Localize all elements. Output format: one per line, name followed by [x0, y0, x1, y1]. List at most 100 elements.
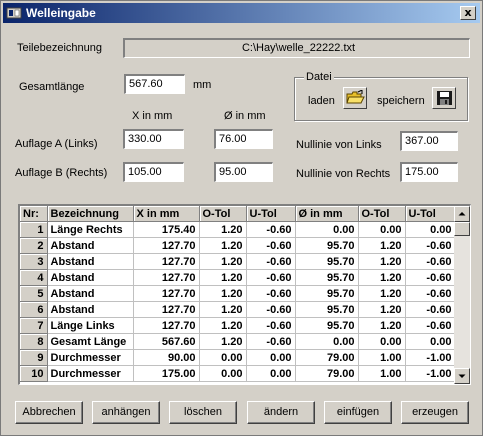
grid-cell[interactable]: 90.00: [133, 349, 200, 366]
table-row[interactable]: 3 Abstand 127.70 1.20 -0.60 95.70 1.20 -0.60: [20, 253, 456, 270]
grid-cell[interactable]: 0.00: [246, 349, 296, 366]
grid-cell[interactable]: 1.20: [358, 301, 406, 318]
scroll-down-button[interactable]: [454, 368, 470, 384]
grid-cell[interactable]: Durchmesser: [47, 349, 134, 366]
grid-cell[interactable]: -0.60: [405, 317, 456, 334]
grid-vertical-scrollbar[interactable]: [454, 206, 470, 384]
grid-cell[interactable]: 0.00: [358, 333, 406, 350]
grid-cell[interactable]: 1.20: [199, 333, 247, 350]
grid-column-header[interactable]: U-Tol: [246, 206, 296, 222]
grid-cell[interactable]: 1.20: [358, 285, 406, 302]
generate-button[interactable]: erzeugen: [401, 401, 469, 424]
grid-cell[interactable]: 567.60: [133, 333, 200, 350]
grid-cell[interactable]: Abstand: [47, 285, 134, 302]
scroll-thumb[interactable]: [454, 222, 470, 236]
grid-column-header[interactable]: Ø in mm: [295, 206, 359, 222]
grid-cell[interactable]: 1.20: [199, 301, 247, 318]
table-row[interactable]: 2 Abstand 127.70 1.20 -0.60 95.70 1.20 -0.60: [20, 237, 456, 254]
cancel-button[interactable]: Abbrechen: [15, 401, 83, 424]
support-b-x-input[interactable]: 105.00: [123, 162, 184, 182]
grid-cell[interactable]: 1.00: [358, 365, 406, 382]
append-button[interactable]: anhängen: [92, 401, 160, 424]
grid-cell[interactable]: 0.00: [199, 349, 247, 366]
table-row[interactable]: 6 Abstand 127.70 1.20 -0.60 95.70 1.20 -0.60: [20, 301, 456, 318]
grid-cell[interactable]: 95.70: [295, 269, 359, 286]
grid-cell[interactable]: 95.70: [295, 237, 359, 254]
grid-cell[interactable]: -1.00: [405, 349, 456, 366]
zero-line-right-input[interactable]: 175.00: [400, 162, 458, 182]
grid-cell[interactable]: 127.70: [133, 237, 200, 254]
grid-cell[interactable]: 1.20: [199, 237, 247, 254]
grid-column-header[interactable]: X in mm: [133, 206, 200, 222]
shaft-data-grid[interactable]: Nr: Bezeichnung X in mm O-Tol U-Tol Ø in mm O-…: [18, 204, 471, 385]
grid-cell[interactable]: 79.00: [295, 365, 359, 382]
grid-cell[interactable]: -0.60: [405, 253, 456, 270]
grid-column-header[interactable]: O-Tol: [199, 206, 247, 222]
grid-cell[interactable]: 95.70: [295, 253, 359, 270]
grid-cell[interactable]: 1.20: [358, 269, 406, 286]
grid-cell[interactable]: -0.60: [246, 301, 296, 318]
grid-cell[interactable]: Durchmesser: [47, 365, 134, 382]
grid-cell[interactable]: 0.00: [405, 333, 456, 350]
grid-cell[interactable]: Abstand: [47, 269, 134, 286]
grid-cell[interactable]: 95.70: [295, 301, 359, 318]
grid-cell[interactable]: -0.60: [405, 269, 456, 286]
grid-cell[interactable]: -0.60: [246, 269, 296, 286]
grid-cell[interactable]: 127.70: [133, 269, 200, 286]
grid-cell[interactable]: -0.60: [405, 301, 456, 318]
grid-cell[interactable]: 127.70: [133, 253, 200, 270]
table-row[interactable]: 10 Durchmesser 175.00 0.00 0.00 79.00 1.00 -1.0…: [20, 365, 456, 382]
delete-button[interactable]: löschen: [169, 401, 237, 424]
table-row[interactable]: 7 Länge Links 127.70 1.20 -0.60 95.70 1.20 -0.6…: [20, 317, 456, 334]
grid-cell[interactable]: Abstand: [47, 237, 134, 254]
grid-cell[interactable]: -0.60: [246, 317, 296, 334]
grid-cell[interactable]: 1.20: [199, 285, 247, 302]
grid-cell[interactable]: 1.20: [199, 221, 247, 238]
grid-cell[interactable]: 0.00: [246, 365, 296, 382]
grid-cell[interactable]: 1.00: [358, 349, 406, 366]
grid-cell[interactable]: 175.00: [133, 365, 200, 382]
grid-cell[interactable]: 0.00: [199, 365, 247, 382]
scroll-up-button[interactable]: [454, 206, 470, 222]
grid-column-header[interactable]: Bezeichnung: [47, 206, 134, 222]
table-row[interactable]: 1 Länge Rechts 175.40 1.20 -0.60 0.00 0.00 0.00: [20, 221, 456, 238]
grid-cell[interactable]: 0.00: [358, 221, 406, 238]
grid-cell[interactable]: Gesamt Länge: [47, 333, 134, 350]
grid-cell[interactable]: -0.60: [246, 333, 296, 350]
grid-cell[interactable]: 127.70: [133, 301, 200, 318]
grid-cell[interactable]: Länge Links: [47, 317, 134, 334]
support-a-diameter-input[interactable]: 76.00: [214, 129, 273, 149]
table-row[interactable]: 9 Durchmesser 90.00 0.00 0.00 79.00 1.00 -1.00: [20, 349, 456, 366]
grid-cell[interactable]: 1.20: [199, 253, 247, 270]
grid-cell[interactable]: -0.60: [246, 237, 296, 254]
grid-cell[interactable]: -0.60: [405, 285, 456, 302]
table-row[interactable]: 8 Gesamt Länge 567.60 1.20 -0.60 0.00 0.00 0.00: [20, 333, 456, 350]
insert-button[interactable]: einfügen: [324, 401, 392, 424]
grid-column-header[interactable]: U-Tol: [405, 206, 456, 222]
grid-cell[interactable]: 0.00: [295, 221, 359, 238]
grid-cell[interactable]: 1.20: [358, 317, 406, 334]
title-bar[interactable]: Welleingabe x: [3, 3, 480, 23]
grid-cell[interactable]: 1.20: [199, 317, 247, 334]
grid-cell[interactable]: Länge Rechts: [47, 221, 134, 238]
grid-cell[interactable]: 127.70: [133, 285, 200, 302]
grid-cell[interactable]: -1.00: [405, 365, 456, 382]
grid-cell[interactable]: 127.70: [133, 317, 200, 334]
table-row[interactable]: 5 Abstand 127.70 1.20 -0.60 95.70 1.20 -0.60: [20, 285, 456, 302]
change-button[interactable]: ändern: [247, 401, 315, 424]
grid-cell[interactable]: 95.70: [295, 285, 359, 302]
grid-column-header[interactable]: Nr:: [20, 206, 48, 222]
load-button[interactable]: [343, 87, 367, 109]
grid-cell[interactable]: 175.40: [133, 221, 200, 238]
table-row[interactable]: 4 Abstand 127.70 1.20 -0.60 95.70 1.20 -0.60: [20, 269, 456, 286]
save-button[interactable]: [432, 87, 456, 109]
support-b-diameter-input[interactable]: 95.00: [214, 162, 273, 182]
grid-cell[interactable]: -0.60: [246, 221, 296, 238]
grid-column-header[interactable]: O-Tol: [358, 206, 406, 222]
grid-cell[interactable]: 1.20: [358, 237, 406, 254]
grid-cell[interactable]: Abstand: [47, 253, 134, 270]
zero-line-left-input[interactable]: 367.00: [400, 131, 458, 151]
grid-cell[interactable]: -0.60: [405, 237, 456, 254]
grid-cell[interactable]: 95.70: [295, 317, 359, 334]
grid-cell[interactable]: 1.20: [358, 253, 406, 270]
